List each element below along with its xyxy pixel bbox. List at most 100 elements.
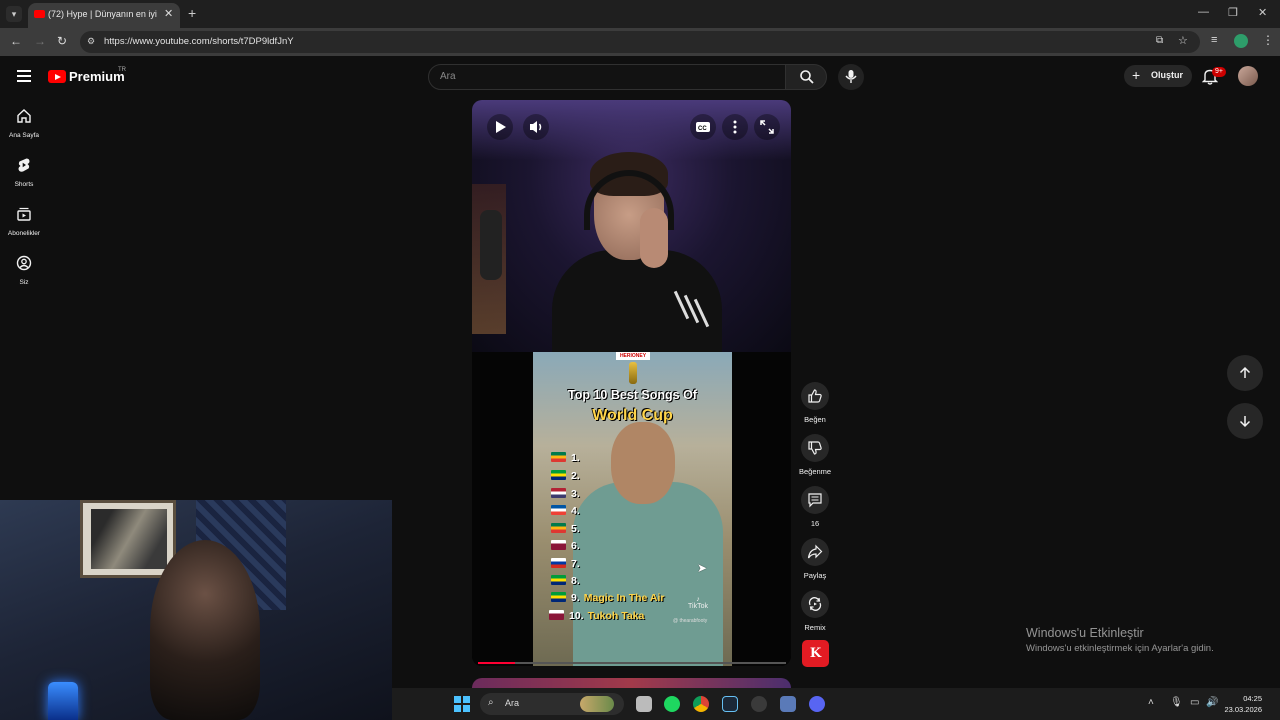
browser-toolbar: ← → ↻ ⚙ https://www.youtube.com/shorts/t… <box>0 28 1280 56</box>
captions-button[interactable]: CC <box>690 114 716 140</box>
profile-avatar[interactable] <box>1234 34 1248 48</box>
obs-icon[interactable] <box>751 696 767 712</box>
remix-button[interactable]: Remix <box>799 590 831 632</box>
channel-avatar[interactable]: K <box>802 640 829 667</box>
taskbar-clock[interactable]: 04:25 23.03.2026 <box>1220 693 1262 715</box>
microphone-tray-icon[interactable]: 🎙 <box>1170 697 1183 708</box>
play-icon <box>496 121 506 133</box>
share-button[interactable]: Paylaş <box>799 538 831 580</box>
steam-icon[interactable] <box>722 696 738 712</box>
streamer-body <box>552 250 722 352</box>
search-icon: ⌕ <box>488 697 494 708</box>
voice-search-button[interactable] <box>838 64 864 90</box>
rank-row: 4. <box>551 505 584 517</box>
guide-label: Siz <box>19 279 29 286</box>
search-highlight-image <box>580 696 614 712</box>
action-label: Remix <box>804 623 826 632</box>
arrow-down-icon <box>1239 416 1251 428</box>
clock-date: 23.03.2026 <box>1224 705 1262 714</box>
remix-icon <box>808 597 822 611</box>
share-icon <box>807 544 823 559</box>
app-icon[interactable] <box>780 696 796 712</box>
spotify-icon[interactable] <box>664 696 680 712</box>
rank-row: 3. <box>551 488 584 500</box>
search-button[interactable] <box>785 64 827 90</box>
network-icon[interactable]: ▭ <box>1190 697 1199 708</box>
guide-label: Shorts <box>14 181 34 188</box>
maximize-button[interactable]: ❐ <box>1228 6 1238 19</box>
site-info-icon[interactable]: ⚙ <box>87 36 95 47</box>
guide-menu-icon[interactable] <box>17 70 31 82</box>
trophy-icon <box>629 362 637 384</box>
task-view-icon[interactable] <box>636 696 652 712</box>
flag-icon <box>549 610 564 620</box>
url-text[interactable]: https://www.youtube.com/shorts/t7DP9ldfJ… <box>104 36 294 47</box>
tiktok-handle: @ thearabfooty <box>673 618 708 624</box>
rank-row: 6. <box>551 540 584 552</box>
bookmark-star-icon[interactable]: ☆ <box>1178 34 1188 47</box>
rank-row: 2. <box>551 470 584 482</box>
flag-icon <box>551 523 566 533</box>
region-code: TR <box>118 67 126 73</box>
microphone-arm <box>480 210 502 280</box>
comments-button[interactable]: 16 <box>799 486 831 528</box>
search-input[interactable]: Ara <box>428 64 786 90</box>
tray-overflow-icon[interactable]: ˄ <box>1148 697 1154 708</box>
guide-item-shorts[interactable]: Shorts <box>0 157 48 188</box>
progress-bar[interactable] <box>478 662 786 664</box>
active-tab[interactable]: (72) Hype | Dünyanın en iyi 10 ... ✕ <box>28 3 180 28</box>
guide-item-subscriptions[interactable]: Abonelikler <box>0 206 48 237</box>
flag-icon <box>551 540 566 550</box>
address-bar[interactable]: ⚙ https://www.youtube.com/shorts/t7DP9ld… <box>80 31 1200 53</box>
youtube-favicon-icon <box>34 10 45 18</box>
minimize-button[interactable]: — <box>1198 6 1209 18</box>
volume-button[interactable] <box>523 114 549 140</box>
forward-icon[interactable]: → <box>34 34 46 48</box>
reload-icon[interactable]: ↻ <box>57 34 67 48</box>
play-button[interactable] <box>487 114 513 140</box>
captions-icon: CC <box>696 122 710 132</box>
more-options-button[interactable] <box>722 114 748 140</box>
volume-icon <box>530 121 542 133</box>
comments-icon <box>808 493 822 508</box>
rank-row: 8. <box>551 575 584 587</box>
blue-lamp <box>48 682 78 720</box>
create-button[interactable]: + Oluştur <box>1124 65 1192 87</box>
guide-item-you[interactable]: Siz <box>0 255 48 286</box>
discord-icon[interactable] <box>809 696 825 712</box>
speaker-icon[interactable]: 🔊 <box>1206 697 1218 708</box>
previous-short-button[interactable] <box>1227 355 1263 391</box>
video-title-line2: World Cup <box>592 407 673 424</box>
video-badge: HERIONEY <box>616 352 650 360</box>
tab-search-button[interactable]: ▾ <box>6 6 22 22</box>
windows-logo-icon <box>454 696 461 703</box>
action-label: Paylaş <box>803 571 827 580</box>
home-icon <box>17 109 31 123</box>
shorts-player[interactable]: HERIONEY Top 10 Best Songs Of World Cup … <box>472 100 791 666</box>
reading-list-icon[interactable]: ≡ <box>1211 34 1217 46</box>
wall-painting <box>80 500 176 578</box>
youtube-brand[interactable]: Premium <box>69 69 125 84</box>
taskbar-search[interactable]: ⌕ Ara <box>480 693 624 715</box>
browser-menu-icon[interactable]: ⋮ <box>1262 33 1274 47</box>
arrow-up-icon <box>1239 366 1251 378</box>
close-window-button[interactable]: ✕ <box>1258 6 1267 19</box>
man-face <box>611 422 675 504</box>
dislike-button[interactable]: Beğenme <box>799 434 831 476</box>
youtube-logo-icon[interactable] <box>48 70 66 83</box>
search-icon <box>800 70 814 84</box>
account-avatar[interactable] <box>1238 66 1258 86</box>
flag-icon <box>551 505 566 515</box>
back-icon[interactable]: ← <box>10 34 22 48</box>
comments-count: 16 <box>810 519 820 528</box>
flag-icon <box>551 575 566 585</box>
start-button[interactable] <box>454 696 470 712</box>
like-button[interactable]: Beğen <box>799 382 831 424</box>
new-tab-button[interactable]: + <box>188 5 196 21</box>
install-app-icon[interactable]: ⧉ <box>1156 35 1163 46</box>
fullscreen-button[interactable] <box>754 114 780 140</box>
chrome-icon[interactable] <box>693 696 709 712</box>
next-short-button[interactable] <box>1227 403 1263 439</box>
tab-close-icon[interactable]: ✕ <box>164 7 173 20</box>
guide-item-home[interactable]: Ana Sayfa <box>0 108 48 139</box>
